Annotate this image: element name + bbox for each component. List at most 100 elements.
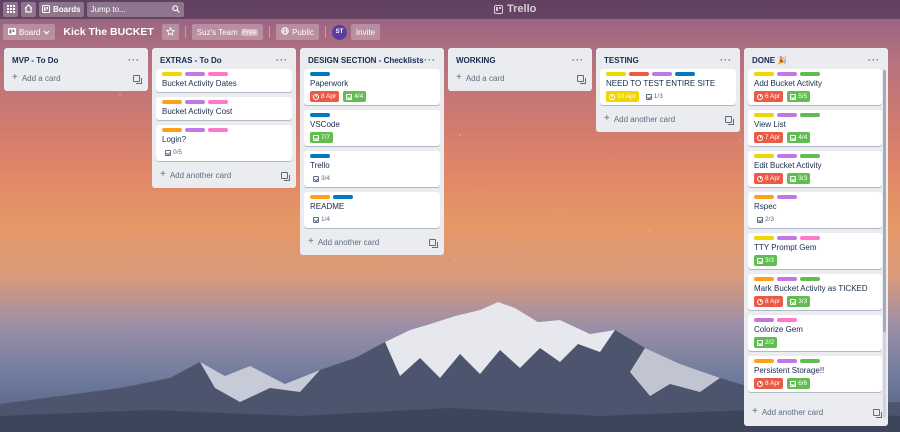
search-input[interactable]: Jump to...	[86, 2, 184, 17]
add-another-card-button[interactable]: + Add another card	[752, 407, 823, 417]
card-title: Paperwork	[310, 79, 349, 88]
list-menu-icon[interactable]: ···	[868, 56, 880, 65]
label-blue	[675, 72, 695, 76]
card[interactable]: Add Bucket Activity 6 Apr 5/5	[748, 69, 882, 105]
checklist-icon	[313, 216, 319, 223]
invite-button[interactable]: Invite	[350, 24, 381, 40]
card-badges: 7/7	[310, 132, 434, 143]
due-date-badge[interactable]: 8 Apr	[754, 378, 784, 389]
add-card-label: Add a card	[21, 73, 61, 83]
card-labels	[162, 72, 286, 76]
list-title[interactable]: DONE 🎉	[752, 56, 787, 65]
checklist-badge: 0/5	[162, 147, 185, 158]
checklist-icon	[757, 339, 763, 346]
due-date-badge[interactable]: 8 Apr	[754, 173, 784, 184]
list-title[interactable]: DESIGN SECTION - Checklists	[308, 56, 424, 65]
card[interactable]: README 1/4	[304, 192, 440, 228]
card[interactable]: Paperwork 8 Apr 4/4	[304, 69, 440, 105]
label-purple	[777, 277, 797, 281]
due-date-badge[interactable]: 8 Apr	[754, 296, 784, 307]
card[interactable]: Edit Bucket Activity 8 Apr 3/3	[748, 151, 882, 187]
add-another-card-button[interactable]: + Add another card	[160, 170, 231, 180]
plus-icon: +	[456, 72, 462, 83]
list-scrollbar-thumb[interactable]	[883, 70, 886, 332]
card[interactable]: TTY Prompt Gem 3/3	[748, 233, 882, 269]
card-badges: 0/5	[162, 147, 286, 158]
card[interactable]: Colorize Gem 2/2	[748, 315, 882, 351]
add-card-button[interactable]: + Add a card	[12, 73, 61, 83]
card-template-icon[interactable]	[281, 171, 290, 181]
trello-logo[interactable]: Trello	[494, 3, 536, 15]
done-card-scroll-area[interactable]: Add Bucket Activity 6 Apr 5/5 View List …	[748, 69, 882, 403]
label-pink	[208, 72, 228, 76]
team-button[interactable]: Suz's Team Free	[191, 24, 264, 40]
boards-button[interactable]: Boards	[39, 2, 84, 17]
list-footer: + Add another card	[304, 233, 440, 251]
list-menu-icon[interactable]: ···	[720, 56, 732, 65]
label-orange	[754, 195, 774, 199]
due-date-badge[interactable]: 8 Apr	[310, 91, 340, 102]
card[interactable]: Trello 3/4	[304, 151, 440, 187]
card[interactable]: Persistent Storage!! 8 Apr 6/6	[748, 356, 882, 392]
card-badges: 7 Apr 4/4	[754, 132, 876, 143]
card-template-icon[interactable]	[133, 74, 142, 84]
add-another-card-button[interactable]: + Add another card	[604, 113, 675, 124]
plus-icon: +	[604, 113, 610, 124]
list-scrollbar[interactable]	[883, 70, 886, 418]
checklist-badge: 6/6	[787, 378, 811, 389]
star-button[interactable]	[161, 24, 179, 40]
apps-button[interactable]	[3, 2, 18, 17]
checklist-badge: 3/3	[787, 173, 811, 184]
due-date-badge[interactable]: 10 Apr	[606, 91, 639, 102]
list-menu-icon[interactable]: ···	[572, 56, 584, 65]
card[interactable]: VSCode 7/7	[304, 110, 440, 146]
list-title[interactable]: MVP - To Do	[12, 56, 58, 65]
member-avatar[interactable]: ST	[331, 24, 347, 40]
search-placeholder: Jump to...	[90, 5, 126, 14]
add-card-button[interactable]: + Add a card	[456, 72, 505, 83]
board-title[interactable]: Kick The BUCKET	[59, 26, 157, 38]
card-template-icon[interactable]	[873, 408, 882, 418]
list-title[interactable]: WORKING	[456, 56, 496, 65]
checklist-badge: 5/5	[787, 91, 811, 102]
label-blue	[310, 72, 330, 76]
board-switcher-button[interactable]: Board	[3, 24, 56, 40]
list-menu-icon[interactable]: ···	[128, 56, 140, 65]
card-title: NEED TO TEST ENTIRE SITE	[606, 79, 716, 88]
card-template-icon[interactable]	[429, 238, 438, 248]
label-green	[800, 72, 820, 76]
card[interactable]: View List 7 Apr 4/4	[748, 110, 882, 146]
home-button[interactable]	[21, 2, 36, 17]
card-labels	[310, 195, 434, 199]
checklist-badge: 2/3	[754, 214, 777, 225]
card[interactable]: Mark Bucket Activity as TICKED 8 Apr 3/3	[748, 274, 882, 310]
checklist-count: 2/3	[765, 216, 775, 223]
header-divider	[269, 26, 271, 38]
add-another-card-label: Add another card	[317, 237, 380, 247]
card-title: Persistent Storage!!	[754, 366, 825, 375]
card[interactable]: Bucket Activity Dates	[156, 69, 292, 92]
visibility-label: Public	[292, 27, 314, 37]
card-template-icon[interactable]	[577, 74, 586, 84]
card[interactable]: Bucket Activity Cost	[156, 97, 292, 120]
card-template-icon[interactable]	[725, 115, 734, 125]
list-footer: + Add another card	[600, 110, 736, 128]
list-mvp-todo: MVP - To Do ··· + Add a card	[4, 48, 148, 91]
list-title[interactable]: EXTRAS - To Do	[160, 56, 222, 65]
list-menu-icon[interactable]: ···	[424, 56, 436, 65]
label-green	[800, 277, 820, 281]
visibility-button[interactable]: Public	[276, 24, 319, 40]
card[interactable]: Login? 0/5	[156, 125, 292, 161]
due-date-badge[interactable]: 6 Apr	[754, 91, 784, 102]
card[interactable]: NEED TO TEST ENTIRE SITE 10 Apr 1/3	[600, 69, 736, 105]
due-date: 8 Apr	[321, 93, 337, 100]
add-another-card-button[interactable]: + Add another card	[308, 237, 380, 247]
card[interactable]: Rspec 2/3	[748, 192, 882, 228]
top-navigation-bar: Boards Jump to... Trello	[0, 0, 900, 19]
card-labels	[606, 72, 730, 76]
due-date-badge[interactable]: 7 Apr	[754, 132, 784, 143]
clock-icon	[313, 93, 319, 100]
list-menu-icon[interactable]: ···	[276, 56, 288, 65]
label-purple	[777, 72, 797, 76]
list-title[interactable]: TESTING	[604, 56, 639, 65]
